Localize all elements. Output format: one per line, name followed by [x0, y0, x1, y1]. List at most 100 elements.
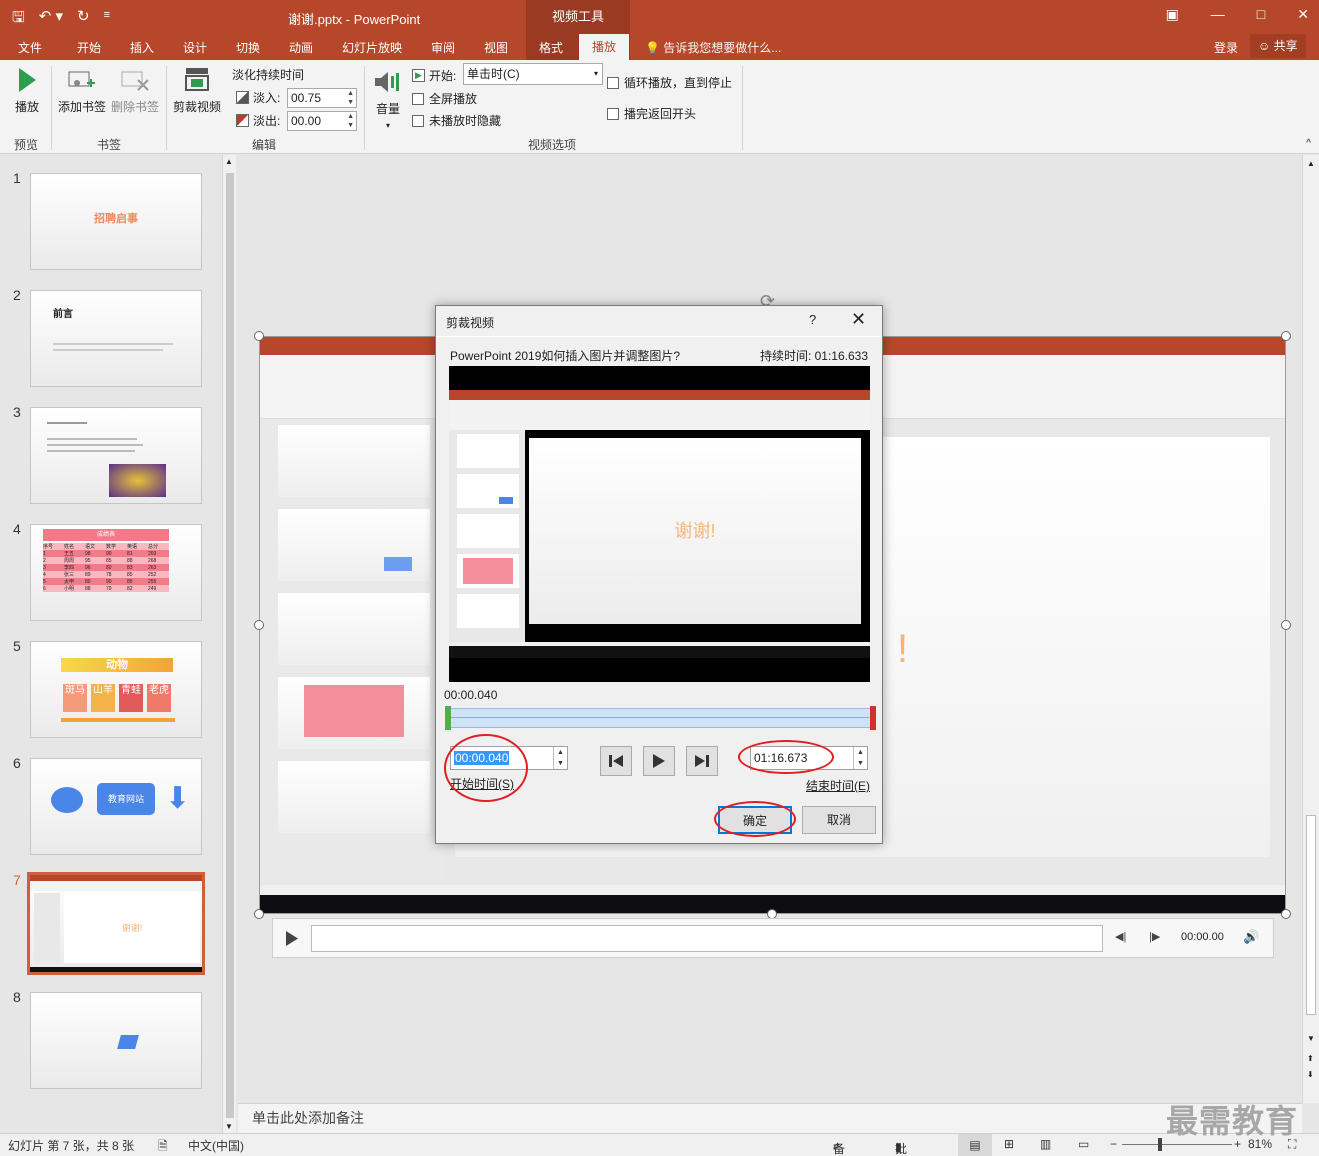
- resize-handle[interactable]: [254, 620, 264, 630]
- resize-handle[interactable]: [1281, 331, 1291, 341]
- slide-thumbnail-3[interactable]: [30, 407, 202, 504]
- slide-thumbnail-7[interactable]: 谢谢!: [27, 872, 205, 975]
- tab-animations[interactable]: 动画: [289, 39, 313, 56]
- play-button[interactable]: 播放: [12, 66, 42, 115]
- trim-video-button[interactable]: 剪裁视频: [172, 66, 222, 115]
- slide-thumbnail-2[interactable]: 前言: [30, 290, 202, 387]
- cancel-button[interactable]: 取消: [802, 806, 876, 834]
- scroll-thumb[interactable]: [226, 173, 234, 1118]
- tell-me-search[interactable]: 💡 告诉我您想要做什么...: [645, 39, 781, 56]
- zoom-slider[interactable]: [1122, 1144, 1232, 1145]
- next-slide-icon[interactable]: ⬇: [1307, 1070, 1314, 1079]
- slide-thumbnail-5[interactable]: 动物 斑马 山羊 青蛙 老虎: [30, 641, 202, 738]
- rewind-checkbox[interactable]: 播完返回开头: [607, 105, 696, 122]
- skip-forward-icon[interactable]: |▶: [1149, 930, 1160, 943]
- spinner-arrows-icon[interactable]: ▲ ▼: [853, 747, 867, 769]
- fade-in-spinner[interactable]: 00.75 ▲ ▼: [287, 88, 357, 108]
- ribbon: 播放 预览 添加书签 删除书签 书签 剪裁视频 淡化持续时间 淡入: 00.75…: [0, 60, 1319, 154]
- slide-thumbnail-1[interactable]: 招聘启事: [30, 173, 202, 270]
- thumbnail-scrollbar[interactable]: ▲ ▼: [222, 155, 236, 1133]
- collapse-ribbon-icon[interactable]: ^: [1306, 138, 1311, 149]
- fullscreen-checkbox[interactable]: 全屏播放: [412, 90, 477, 107]
- loop-checkbox[interactable]: 循环播放，直到停止: [607, 74, 732, 91]
- normal-view-icon[interactable]: ▤: [958, 1134, 992, 1156]
- add-bookmark-button[interactable]: 添加书签: [57, 68, 107, 115]
- slide-thumbnail-8[interactable]: [30, 992, 202, 1089]
- flower-photo: [109, 464, 166, 497]
- hide-not-playing-checkbox[interactable]: 未播放时隐藏: [412, 112, 501, 129]
- tab-format[interactable]: 格式: [539, 39, 563, 56]
- undo-icon[interactable]: ↶ ▾: [39, 7, 63, 32]
- help-button[interactable]: ?: [809, 312, 816, 327]
- tab-file[interactable]: 文件: [18, 39, 42, 56]
- remove-bookmark-button[interactable]: 删除书签: [110, 68, 160, 115]
- spinner-arrows-icon[interactable]: ▲ ▼: [553, 747, 567, 769]
- previous-frame-button[interactable]: [600, 746, 632, 776]
- save-icon[interactable]: 🖫: [12, 7, 25, 32]
- scroll-down-icon[interactable]: ▼: [1307, 1034, 1315, 1043]
- volume-icon[interactable]: 🔊: [1243, 929, 1259, 945]
- resize-handle[interactable]: [254, 909, 264, 919]
- end-time-label: 结束时间(E): [806, 779, 870, 793]
- scroll-up-icon[interactable]: ▲: [1307, 159, 1315, 168]
- tab-slideshow[interactable]: 幻灯片放映: [342, 39, 402, 56]
- fade-out-spinner[interactable]: 00.00 ▲ ▼: [287, 111, 357, 131]
- slide-number: 1: [13, 170, 21, 186]
- main-scrollbar[interactable]: ▲ ▼ ⬆ ⬇: [1302, 155, 1319, 1103]
- slide-number: 3: [13, 404, 21, 420]
- chevron-down-icon: ▾: [593, 69, 598, 78]
- slide-thumbnail-6[interactable]: 教育网站 ⬇: [30, 758, 202, 855]
- tab-review[interactable]: 审阅: [431, 39, 455, 56]
- slide-number: 8: [13, 989, 21, 1005]
- tab-home[interactable]: 开始: [77, 39, 101, 56]
- prev-slide-icon[interactable]: ⬆: [1307, 1054, 1314, 1063]
- spinner-arrows-icon[interactable]: ▲ ▼: [347, 112, 354, 130]
- zoom-out-icon[interactable]: −: [1110, 1137, 1117, 1151]
- customize-qat-icon[interactable]: ≡: [104, 9, 110, 32]
- scroll-up-icon[interactable]: ▲: [225, 157, 233, 166]
- minimize-icon[interactable]: —: [1211, 6, 1225, 23]
- video-tools-context-label: 视频工具: [526, 0, 630, 34]
- spellcheck-icon[interactable]: 🗎: [158, 1137, 168, 1156]
- spinner-arrows-icon[interactable]: ▲ ▼: [347, 89, 354, 107]
- skip-back-icon[interactable]: ◀|: [1115, 930, 1126, 943]
- watermark: 最需教育: [1166, 1102, 1299, 1140]
- ribbon-tabs: 文件 开始 插入 设计 切换 动画 幻灯片放映 审阅 视图 格式 播放 💡 告诉…: [0, 34, 1319, 60]
- reading-view-icon[interactable]: ▥: [1040, 1137, 1051, 1151]
- volume-button[interactable]: 音量 ▾: [370, 68, 406, 131]
- zoom-slider-thumb[interactable]: [1158, 1138, 1162, 1151]
- play-icon[interactable]: [285, 930, 299, 947]
- notes-pane[interactable]: 单击此处添加备注: [238, 1103, 1302, 1133]
- start-trim-marker[interactable]: [445, 706, 451, 730]
- end-trim-marker[interactable]: [870, 706, 876, 730]
- preview-taskbar: [449, 646, 870, 658]
- play-preview-button[interactable]: [643, 746, 675, 776]
- redo-icon[interactable]: ↻: [77, 7, 90, 32]
- current-time: 00:00.040: [444, 688, 498, 702]
- tab-playback[interactable]: 播放: [579, 34, 630, 60]
- resize-handle[interactable]: [254, 331, 264, 341]
- tab-insert[interactable]: 插入: [130, 39, 154, 56]
- slide-sorter-icon[interactable]: ⊞: [1004, 1137, 1014, 1151]
- share-button[interactable]: ☺ 共享: [1250, 34, 1306, 58]
- slideshow-view-icon[interactable]: ▭: [1078, 1137, 1089, 1151]
- language-indicator[interactable]: 中文(中国): [188, 1137, 244, 1154]
- slide-thumbnail-4[interactable]: 成绩表 序号 姓名 语文 数学 英语 总分 1 王五 98 90 81 269 2 周周 95 85 88 2…: [30, 524, 202, 621]
- close-icon[interactable]: ✕: [851, 309, 866, 330]
- tab-transitions[interactable]: 切换: [236, 39, 260, 56]
- next-frame-button[interactable]: [686, 746, 718, 776]
- trim-timeline[interactable]: [445, 706, 876, 730]
- fade-duration-label: 淡化持续时间: [232, 68, 305, 82]
- maximize-icon[interactable]: □: [1257, 6, 1265, 23]
- close-icon[interactable]: ✕: [1297, 6, 1309, 23]
- resize-handle[interactable]: [1281, 909, 1291, 919]
- resize-handle[interactable]: [1281, 620, 1291, 630]
- start-dropdown[interactable]: 单击时(C) ▾: [463, 63, 603, 85]
- login-link[interactable]: 登录: [1214, 39, 1238, 56]
- tab-view[interactable]: 视图: [484, 39, 508, 56]
- tab-design[interactable]: 设计: [183, 39, 207, 56]
- scroll-down-icon[interactable]: ▼: [225, 1122, 233, 1131]
- ribbon-display-icon[interactable]: ▣: [1166, 6, 1179, 23]
- seek-bar[interactable]: [311, 925, 1103, 952]
- scroll-thumb[interactable]: [1306, 815, 1316, 1015]
